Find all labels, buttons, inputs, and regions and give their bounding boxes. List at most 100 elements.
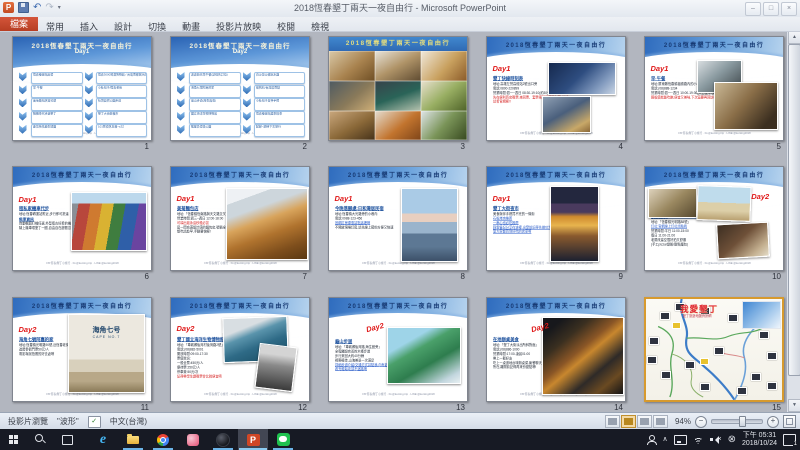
map-photo-marker: [700, 383, 710, 391]
slide-cell: 2018恆春墾丁兩天一夜自由行Day2墾丁國立海洋生物博物館地址:「車城鄉後灣村…: [170, 297, 310, 412]
slide-thumbnail-6[interactable]: 2018恆春墾丁兩天一夜自由行Day1租私家機車代步地址:恆春轉運站附近,步行即…: [12, 166, 152, 271]
map-photo-marker: [759, 331, 769, 339]
slide-number: 13: [456, 403, 465, 412]
ribbon-tab-8[interactable]: 檢視: [303, 22, 337, 32]
scroll-down-button[interactable]: ▼: [788, 399, 800, 412]
hidden-icons-chevron-icon[interactable]: ∧: [662, 436, 667, 443]
zoom-slider-thumb[interactable]: [739, 416, 746, 427]
ribbon-tab-6[interactable]: 投影片放映: [208, 22, 269, 32]
chevron-down-icon: [85, 112, 93, 121]
wifi-icon[interactable]: [693, 435, 704, 444]
slide-thumbnail-3[interactable]: 2018恆春墾丁兩天一夜自由行: [328, 36, 468, 141]
slide-title: 2018恆春墾丁兩天一夜自由行: [645, 40, 783, 49]
language-label[interactable]: 中文(台灣): [110, 416, 147, 427]
explorer-taskbar-icon[interactable]: [118, 429, 148, 450]
slide-thumbnail-1[interactable]: 2018恆春墾丁兩天一夜自由行Day1恆春轉運站出發早·午餐美菊麵包店買可頌租機…: [12, 36, 152, 141]
spell-check-icon[interactable]: ✓: [88, 416, 101, 428]
slide-day-label: Day1: [177, 194, 195, 203]
photo-caption-line: 海角七号: [69, 325, 144, 335]
slide-number: 10: [772, 272, 781, 281]
slide-thumbnail-9[interactable]: 2018恆春墾丁兩天一夜自由行Day1墾丁大街夜市美食與伴手禮買不完的一條街石板…: [486, 166, 626, 271]
zoom-out-button[interactable]: −: [695, 416, 707, 428]
bullet-line: 今晚落腳處:日和灣居民宿: [335, 206, 411, 211]
slideshow-view-button[interactable]: [653, 415, 668, 428]
slide-number: 14: [614, 403, 623, 412]
bullet-line: 不開放現場訂房,請先線上預約方便又快速: [335, 226, 411, 230]
zoom-slider[interactable]: [711, 419, 763, 424]
line-taskbar-icon[interactable]: [268, 429, 298, 450]
close-button[interactable]: ×: [781, 2, 797, 16]
people-icon[interactable]: [646, 435, 656, 445]
agenda-item: 白沙灣沙灘玩水趣: [254, 72, 306, 85]
slide-thumbnail-11[interactable]: 2018恆春墾丁兩天一夜自由行Day2海角七號阿嘉的家地址:恆春鎮光明路90號,…: [12, 297, 152, 402]
clock[interactable]: 下午 05:31 2018/10/24: [742, 432, 777, 448]
ribbon-tab-4[interactable]: 切換: [140, 22, 174, 32]
agenda-item: 恆春3000啤酒博物館 / 台電南部展示館: [96, 72, 148, 85]
slide-cell: 2018恆春墾丁兩天一夜自由行Day1恆春轉運站出發早·午餐美菊麵包店買可頌租機…: [12, 36, 152, 154]
powerpoint-taskbar-icon[interactable]: P: [238, 429, 268, 450]
photo: [714, 82, 778, 129]
scrollbar-thumb[interactable]: [788, 44, 800, 376]
chrome-taskbar-icon[interactable]: [148, 429, 178, 450]
opera-taskbar-icon[interactable]: [208, 429, 238, 450]
slide-day-label: Day2: [751, 192, 769, 201]
maximize-button[interactable]: □: [763, 2, 779, 16]
theme-name-label[interactable]: "波形": [57, 416, 79, 427]
powerpoint-app-icon[interactable]: P: [3, 2, 14, 13]
agenda-item-text: 恆春3000啤酒博物館 / 台電南部展示館: [97, 73, 148, 77]
volume-muted-icon[interactable]: ×: [710, 435, 722, 444]
photo: [648, 188, 697, 219]
slide-thumbnail-15[interactable]: 我愛墾丁墾丁旅遊地圖資訊網: [644, 297, 784, 402]
slide-thumbnail-7[interactable]: 2018恆春墾丁兩天一夜自由行Day1美菊麵包店地址:「恆春鎮恆南路與天文路交叉…: [170, 166, 310, 271]
minimize-button[interactable]: –: [745, 2, 761, 16]
map-photo-marker: [767, 352, 777, 360]
qat-dropdown-icon[interactable]: ▾: [58, 3, 61, 13]
agenda-item: 龜山步道(海生館旁): [189, 98, 241, 111]
circle-x-icon[interactable]: ⊗: [728, 435, 736, 445]
ribbon-tab-2[interactable]: 插入: [72, 22, 106, 32]
redo-icon[interactable]: ↷: [45, 3, 53, 13]
ribbon-tab-5[interactable]: 動畫: [174, 22, 208, 32]
slide-thumbnail-10[interactable]: 2018恆春墾丁兩天一夜自由行Day2波波廚房 Kitchen Swell地址:…: [644, 166, 784, 271]
agenda-item: 鹿境梅花鹿生態園: [31, 124, 83, 137]
search-taskbar-icon[interactable]: [27, 429, 54, 450]
zoom-in-button[interactable]: +: [767, 416, 779, 428]
slide-day-label: Day1: [651, 64, 669, 73]
slide-thumbnail-4[interactable]: 2018恆春墾丁兩天一夜自由行Day1墾丁快線時刻表地址:高雄左營高鐵站2號出口…: [486, 36, 626, 141]
fit-to-window-button[interactable]: [783, 415, 796, 428]
slide-sorter[interactable]: ▲ ▼ 2018恆春墾丁兩天一夜自由行Day1恆春轉運站出發早·午餐美菊麵包店買…: [0, 31, 800, 412]
action-center-icon[interactable]: 1: [783, 434, 796, 446]
agenda-item-text: 龜山步道(海生館旁): [190, 99, 241, 103]
save-icon[interactable]: [18, 2, 29, 13]
ribbon-tab-1[interactable]: 常用: [38, 22, 72, 32]
ie-taskbar-icon[interactable]: e: [88, 429, 118, 450]
photo: [548, 62, 616, 95]
reading-view-button[interactable]: [637, 415, 652, 428]
ribbon-tab-7[interactable]: 校閱: [269, 22, 303, 32]
slide-thumbnail-8[interactable]: 2018恆春墾丁兩天一夜自由行Day1今晚落腳處:日和灣居民宿地址:恆春鎮大光路…: [328, 166, 468, 271]
windows-taskbar: e P ∧ × ⊗ 下午 05:31 2018/10/24 1: [0, 429, 800, 450]
slide-sorter-view-button[interactable]: [621, 415, 636, 428]
photo: 海角七号CAPE NO.7: [68, 314, 145, 392]
slide-thumbnail-13[interactable]: 2018恆春墾丁兩天一夜自由行Day2龜山步道地址:「車城鄉後灣路,海生館旁」全…: [328, 297, 468, 402]
task-view-taskbar-icon[interactable]: [54, 429, 81, 450]
vertical-scrollbar[interactable]: ▲ ▼: [786, 31, 800, 412]
normal-view-button[interactable]: [605, 415, 620, 428]
ribbon-tabs: 常用插入設計切換動畫投影片放映校閱檢視: [38, 17, 337, 31]
slide-thumbnail-2[interactable]: 2018恆春墾丁兩天一夜自由行Day2波波廚房早午餐(記得先訂位)海角七號阿嘉的…: [170, 36, 310, 141]
ribbon-tab-3[interactable]: 設計: [106, 22, 140, 32]
slide-cell: 2018恆春墾丁兩天一夜自由行Day2波波廚房 Kitchen Swell地址:…: [644, 166, 784, 284]
zoom-percentage[interactable]: 94%: [675, 417, 691, 426]
scroll-up-button[interactable]: ▲: [788, 31, 800, 44]
paint-taskbar-icon[interactable]: [178, 429, 208, 450]
tab-file[interactable]: 檔案: [0, 17, 38, 31]
slide-thumbnail-12[interactable]: 2018恆春墾丁兩天一夜自由行Day2墾丁國立海洋生物博物館地址:「車城鄉後灣村…: [170, 297, 310, 402]
slide-thumbnail-14[interactable]: 2018恆春墾丁兩天一夜自由行Day2在地辦桌美食地址:「墾丁大街派出所斜對面」…: [486, 297, 626, 402]
undo-icon[interactable]: ↶: [33, 3, 41, 13]
start-taskbar-icon[interactable]: [0, 429, 27, 450]
slide-day-label: Day2: [177, 324, 195, 333]
agenda-item-text: 賦歸~期待下次旅行: [255, 125, 306, 129]
agenda-item: 早·午餐: [31, 85, 83, 98]
slide-thumbnail-5[interactable]: 2018恆春墾丁兩天一夜自由行Day1早·午餐地址:屏東縣恆春鎮福德路內的小巷電…: [644, 36, 784, 141]
display-icon[interactable]: [674, 435, 687, 445]
